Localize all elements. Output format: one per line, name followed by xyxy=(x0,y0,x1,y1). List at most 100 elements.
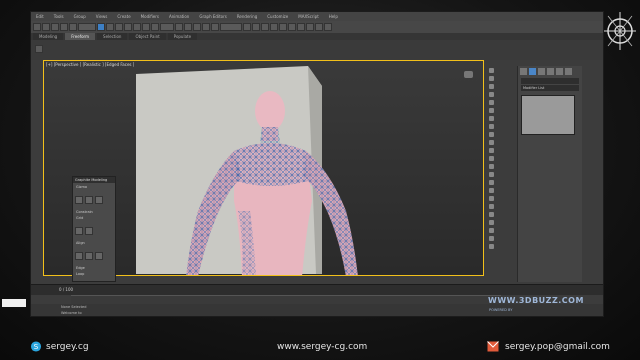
undo-icon[interactable] xyxy=(33,23,41,31)
menu-item-views[interactable]: Views xyxy=(91,14,113,19)
side-tool-icon[interactable] xyxy=(488,68,494,73)
side-tool-icon[interactable] xyxy=(488,236,494,241)
floater-tool-icon[interactable] xyxy=(75,227,83,235)
percent-snap-icon[interactable] xyxy=(202,23,210,31)
tab-object-paint[interactable]: Object Paint xyxy=(129,33,166,40)
side-tool-icon[interactable] xyxy=(488,244,494,249)
floater-title[interactable]: Graphite Modeling xyxy=(73,177,115,183)
modifier-stack-list[interactable] xyxy=(521,95,575,135)
footer-email[interactable]: sergey.pop@gmail.com xyxy=(505,342,610,352)
side-tool-icon[interactable] xyxy=(488,148,494,153)
track-bar[interactable] xyxy=(71,295,501,304)
floater-tool-icon[interactable] xyxy=(95,252,103,260)
hierarchy-tab-icon[interactable] xyxy=(538,68,545,75)
side-tool-icon[interactable] xyxy=(488,140,494,145)
mirror-icon[interactable] xyxy=(243,23,251,31)
select-object-icon[interactable] xyxy=(97,23,105,31)
side-tool-icon[interactable] xyxy=(488,228,494,233)
select-by-name-icon[interactable] xyxy=(106,23,114,31)
snap-toggle-icon[interactable] xyxy=(184,23,192,31)
menu-item-graph-editors[interactable]: Graph Editors xyxy=(194,14,231,19)
floater-tool-icon[interactable] xyxy=(95,196,103,204)
side-tool-icon[interactable] xyxy=(488,116,494,121)
ribbon-tool-icon[interactable] xyxy=(35,45,43,53)
utilities-tab-icon[interactable] xyxy=(565,68,572,75)
side-tool-icon[interactable] xyxy=(488,220,494,225)
floater-tool-icon[interactable] xyxy=(85,196,93,204)
menu-item-maxscript[interactable]: MAXScript xyxy=(293,14,324,19)
viewport-side-toolbar xyxy=(486,66,496,268)
side-tool-icon[interactable] xyxy=(488,76,494,81)
character-model[interactable] xyxy=(184,91,364,276)
side-tool-icon[interactable] xyxy=(488,180,494,185)
side-tool-icon[interactable] xyxy=(488,172,494,177)
side-tool-icon[interactable] xyxy=(488,132,494,137)
tab-freeform[interactable]: Freeform xyxy=(65,33,96,40)
menu-item-rendering[interactable]: Rendering xyxy=(232,14,262,19)
bind-icon[interactable] xyxy=(69,23,77,31)
modify-tab-icon[interactable] xyxy=(529,68,536,75)
viewport-label[interactable]: [+] [Perspective ] [Realistic ] [Edged F… xyxy=(46,62,134,67)
side-tool-icon[interactable] xyxy=(488,100,494,105)
modifier-list-dropdown[interactable]: Modifier List xyxy=(521,85,579,91)
rendered-frame-icon[interactable] xyxy=(315,23,323,31)
camera-icon[interactable] xyxy=(464,71,473,78)
side-tool-icon[interactable] xyxy=(488,212,494,217)
render-setup-icon[interactable] xyxy=(306,23,314,31)
window-crossing-icon[interactable] xyxy=(124,23,132,31)
create-tab-icon[interactable] xyxy=(520,68,527,75)
floater-tool-icon[interactable] xyxy=(85,227,93,235)
selection-filter-dropdown[interactable] xyxy=(78,23,96,31)
side-tool-icon[interactable] xyxy=(488,84,494,89)
schematic-view-icon[interactable] xyxy=(288,23,296,31)
floater-tool-icon[interactable] xyxy=(75,196,83,204)
side-tool-icon[interactable] xyxy=(488,196,494,201)
move-icon[interactable] xyxy=(133,23,141,31)
side-tool-icon[interactable] xyxy=(488,92,494,97)
motion-tab-icon[interactable] xyxy=(547,68,554,75)
graphite-toggle-icon[interactable] xyxy=(270,23,278,31)
footer-website[interactable]: www.sergey-cg.com xyxy=(277,342,367,352)
menu-item-customize[interactable]: Customize xyxy=(262,14,293,19)
maxscript-listener-field[interactable] xyxy=(2,299,26,307)
floater-tool-icon[interactable] xyxy=(75,252,83,260)
link-icon[interactable] xyxy=(51,23,59,31)
side-tool-icon[interactable] xyxy=(488,124,494,129)
side-tool-icon[interactable] xyxy=(488,156,494,161)
named-selection-dropdown[interactable] xyxy=(220,23,242,31)
redo-icon[interactable] xyxy=(42,23,50,31)
curve-editor-icon[interactable] xyxy=(279,23,287,31)
layer-manager-icon[interactable] xyxy=(261,23,269,31)
align-icon[interactable] xyxy=(252,23,260,31)
menu-item-animation[interactable]: Animation xyxy=(164,14,194,19)
watermark-text: WWW.3DBUZZ.COM xyxy=(488,296,584,305)
angle-snap-icon[interactable] xyxy=(193,23,201,31)
coordinate-system-dropdown[interactable] xyxy=(160,23,174,31)
menu-item-group[interactable]: Group xyxy=(69,14,91,19)
menu-item-modifiers[interactable]: Modifiers xyxy=(136,14,164,19)
menu-item-create[interactable]: Create xyxy=(112,14,135,19)
tab-selection[interactable]: Selection xyxy=(97,33,128,40)
side-tool-icon[interactable] xyxy=(488,204,494,209)
time-slider[interactable]: 0 / 100 xyxy=(31,284,603,295)
menu-item-help[interactable]: Help xyxy=(324,14,343,19)
side-tool-icon[interactable] xyxy=(488,108,494,113)
menu-item-edit[interactable]: Edit xyxy=(31,14,49,19)
tab-populate[interactable]: Populate xyxy=(167,33,198,40)
side-tool-icon[interactable] xyxy=(488,164,494,169)
rect-selection-icon[interactable] xyxy=(115,23,123,31)
side-tool-icon[interactable] xyxy=(488,188,494,193)
menu-item-tools[interactable]: Tools xyxy=(49,14,69,19)
material-editor-icon[interactable] xyxy=(297,23,305,31)
tab-modeling[interactable]: Modeling xyxy=(33,33,64,40)
render-icon[interactable] xyxy=(324,23,332,31)
scale-icon[interactable] xyxy=(151,23,159,31)
spinner-snap-icon[interactable] xyxy=(211,23,219,31)
pivot-icon[interactable] xyxy=(175,23,183,31)
display-tab-icon[interactable] xyxy=(556,68,563,75)
footer-skype-handle[interactable]: sergey.cg xyxy=(46,342,89,352)
floater-tool-icon[interactable] xyxy=(85,252,93,260)
rotate-icon[interactable] xyxy=(142,23,150,31)
unlink-icon[interactable] xyxy=(60,23,68,31)
object-name-field[interactable] xyxy=(521,78,579,84)
